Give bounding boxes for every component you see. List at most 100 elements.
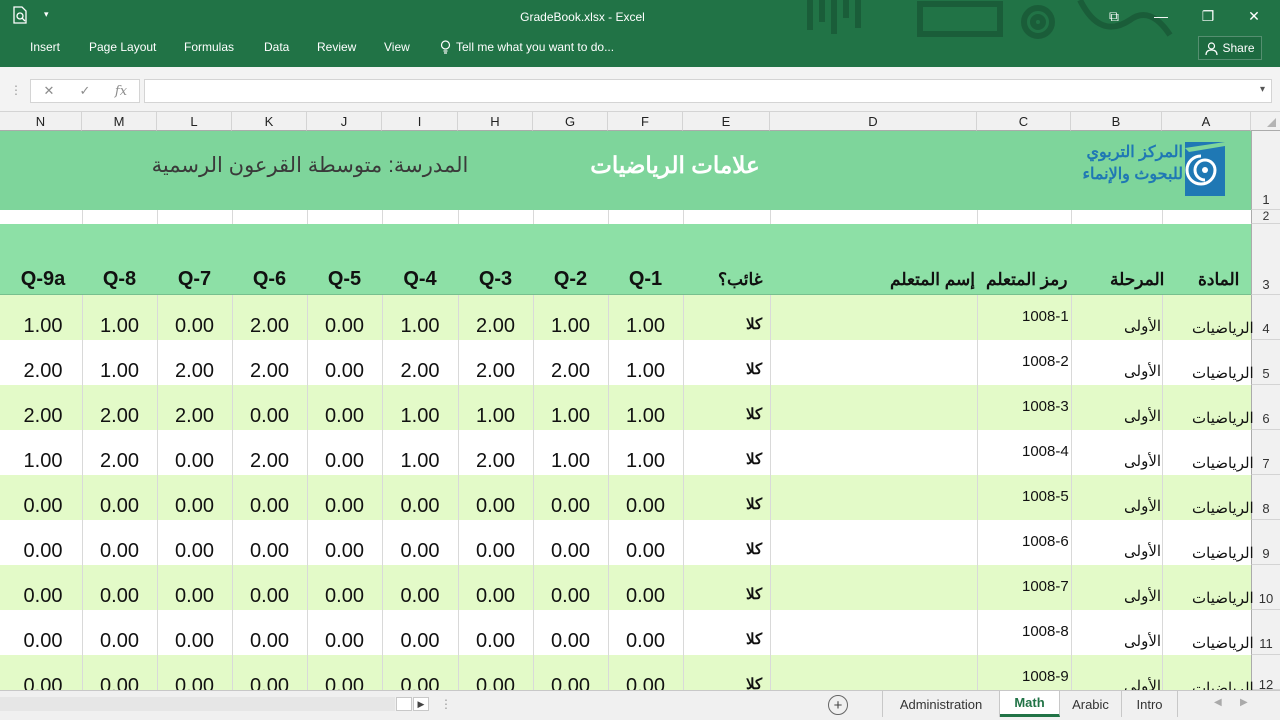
score-cell-q9[interactable]: 1.00 xyxy=(0,315,86,338)
minimize-button[interactable]: — xyxy=(1141,4,1181,28)
score-cell-q3[interactable]: 2.00 xyxy=(458,315,533,338)
score-cell-q5[interactable]: 0.00 xyxy=(307,405,382,428)
sheet-tab-administration[interactable]: Administration xyxy=(882,691,1000,717)
score-cell-q2[interactable]: 0.00 xyxy=(533,585,608,608)
tell-me-box[interactable]: Tell me what you want to do... xyxy=(440,40,614,54)
student-code-cell[interactable]: 1008-2 xyxy=(1022,353,1069,370)
row-header[interactable]: 6 xyxy=(1251,385,1280,430)
absent-cell[interactable]: كلا xyxy=(746,315,762,333)
column-header-b[interactable]: B xyxy=(1071,112,1162,131)
column-header-j[interactable]: J xyxy=(307,112,382,131)
score-cell-q3[interactable]: 0.00 xyxy=(458,630,533,653)
subject-cell[interactable]: الرياضيات xyxy=(1192,544,1254,562)
score-cell-q3[interactable]: 1.00 xyxy=(458,405,533,428)
score-cell-q6[interactable]: 0.00 xyxy=(232,540,307,563)
close-button[interactable]: ✕ xyxy=(1234,4,1274,28)
column-header-e[interactable]: E xyxy=(683,112,770,131)
column-header-h[interactable]: H xyxy=(458,112,533,131)
restore-button[interactable]: ❐ xyxy=(1188,4,1228,28)
student-code-cell[interactable]: 1008-9 xyxy=(1022,668,1069,685)
score-cell-q5[interactable]: 0.00 xyxy=(307,360,382,383)
score-cell-q9[interactable]: 2.00 xyxy=(0,405,86,428)
select-all-corner[interactable] xyxy=(1251,112,1280,131)
score-cell-q9[interactable]: 0.00 xyxy=(0,540,86,563)
score-cell-q2[interactable]: 2.00 xyxy=(533,360,608,383)
tabs-scroll-left-icon[interactable]: ◀ xyxy=(1214,697,1222,708)
row-header[interactable]: 8 xyxy=(1251,475,1280,520)
score-cell-q4[interactable]: 0.00 xyxy=(382,495,458,518)
score-cell-q2[interactable]: 1.00 xyxy=(533,405,608,428)
row-header[interactable]: 10 xyxy=(1251,565,1280,610)
score-cell-q4[interactable]: 1.00 xyxy=(382,405,458,428)
score-cell-q1[interactable]: 1.00 xyxy=(608,315,683,338)
scroll-right-button[interactable]: ▶ xyxy=(413,697,429,711)
row-header[interactable]: 7 xyxy=(1251,430,1280,475)
column-header-d[interactable]: D xyxy=(770,112,977,131)
column-header-m[interactable]: M xyxy=(82,112,157,131)
tab-formulas[interactable]: Formulas xyxy=(184,40,234,54)
absent-cell[interactable]: كلا xyxy=(746,630,762,648)
score-cell-q5[interactable]: 0.00 xyxy=(307,315,382,338)
score-cell-q1[interactable]: 0.00 xyxy=(608,540,683,563)
score-cell-q3[interactable]: 2.00 xyxy=(458,360,533,383)
score-cell-q7[interactable]: 0.00 xyxy=(157,630,232,653)
score-cell-q5[interactable]: 0.00 xyxy=(307,585,382,608)
student-code-cell[interactable]: 1008-4 xyxy=(1022,443,1069,460)
score-cell-q8[interactable]: 1.00 xyxy=(82,360,157,383)
score-cell-q7[interactable]: 0.00 xyxy=(157,585,232,608)
score-cell-q8[interactable]: 2.00 xyxy=(82,405,157,428)
row-header[interactable]: 1 xyxy=(1251,131,1280,210)
expand-formula-bar-icon[interactable]: ▾ xyxy=(1260,84,1265,95)
column-header-a[interactable]: A xyxy=(1162,112,1251,131)
score-cell-q2[interactable]: 0.00 xyxy=(533,495,608,518)
subject-cell[interactable]: الرياضيات xyxy=(1192,589,1254,607)
row-header[interactable]: 2 xyxy=(1251,209,1280,224)
score-cell-q5[interactable]: 0.00 xyxy=(307,450,382,473)
score-cell-q1[interactable]: 1.00 xyxy=(608,405,683,428)
score-cell-q3[interactable]: 0.00 xyxy=(458,495,533,518)
column-header-c[interactable]: C xyxy=(977,112,1071,131)
ribbon-display-options-icon[interactable]: ⧉ xyxy=(1094,4,1134,28)
absent-cell[interactable]: كلا xyxy=(746,585,762,603)
score-cell-q9[interactable]: 0.00 xyxy=(0,630,86,653)
student-code-cell[interactable]: 1008-7 xyxy=(1022,578,1069,595)
tab-data[interactable]: Data xyxy=(264,40,289,54)
tab-review[interactable]: Review xyxy=(317,40,356,54)
row-header[interactable]: 11 xyxy=(1251,610,1280,655)
student-code-cell[interactable]: 1008-5 xyxy=(1022,488,1069,505)
score-cell-q8[interactable]: 0.00 xyxy=(82,585,157,608)
absent-cell[interactable]: كلا xyxy=(746,360,762,378)
stage-cell[interactable]: الأولى xyxy=(1124,632,1161,650)
student-code-cell[interactable]: 1008-8 xyxy=(1022,623,1069,640)
score-cell-q8[interactable]: 2.00 xyxy=(82,450,157,473)
subject-cell[interactable]: الرياضيات xyxy=(1192,409,1254,427)
score-cell-q6[interactable]: 0.00 xyxy=(232,585,307,608)
score-cell-q1[interactable]: 0.00 xyxy=(608,495,683,518)
column-header-l[interactable]: L xyxy=(157,112,232,131)
score-cell-q2[interactable]: 0.00 xyxy=(533,630,608,653)
score-cell-q7[interactable]: 0.00 xyxy=(157,495,232,518)
score-cell-q4[interactable]: 0.00 xyxy=(382,585,458,608)
score-cell-q6[interactable]: 2.00 xyxy=(232,450,307,473)
subject-cell[interactable]: الرياضيات xyxy=(1192,499,1254,517)
absent-cell[interactable]: كلا xyxy=(746,540,762,558)
score-cell-q6[interactable]: 0.00 xyxy=(232,630,307,653)
score-cell-q3[interactable]: 0.00 xyxy=(458,585,533,608)
student-code-cell[interactable]: 1008-1 xyxy=(1022,308,1069,325)
score-cell-q4[interactable]: 1.00 xyxy=(382,450,458,473)
score-cell-q6[interactable]: 0.00 xyxy=(232,405,307,428)
splitter-handle[interactable]: ⋮ xyxy=(440,697,452,711)
stage-cell[interactable]: الأولى xyxy=(1124,407,1161,425)
row-header[interactable]: 3 xyxy=(1251,224,1280,295)
score-cell-q7[interactable]: 0.00 xyxy=(157,540,232,563)
scroll-left-button[interactable] xyxy=(396,697,412,711)
subject-cell[interactable]: الرياضيات xyxy=(1192,319,1254,337)
subject-cell[interactable]: الرياضيات xyxy=(1192,454,1254,472)
enter-icon[interactable]: ✓ xyxy=(67,83,103,99)
score-cell-q3[interactable]: 2.00 xyxy=(458,450,533,473)
score-cell-q7[interactable]: 0.00 xyxy=(157,450,232,473)
score-cell-q2[interactable]: 1.00 xyxy=(533,450,608,473)
score-cell-q9[interactable]: 1.00 xyxy=(0,450,86,473)
score-cell-q1[interactable]: 1.00 xyxy=(608,450,683,473)
column-header-f[interactable]: F xyxy=(608,112,683,131)
